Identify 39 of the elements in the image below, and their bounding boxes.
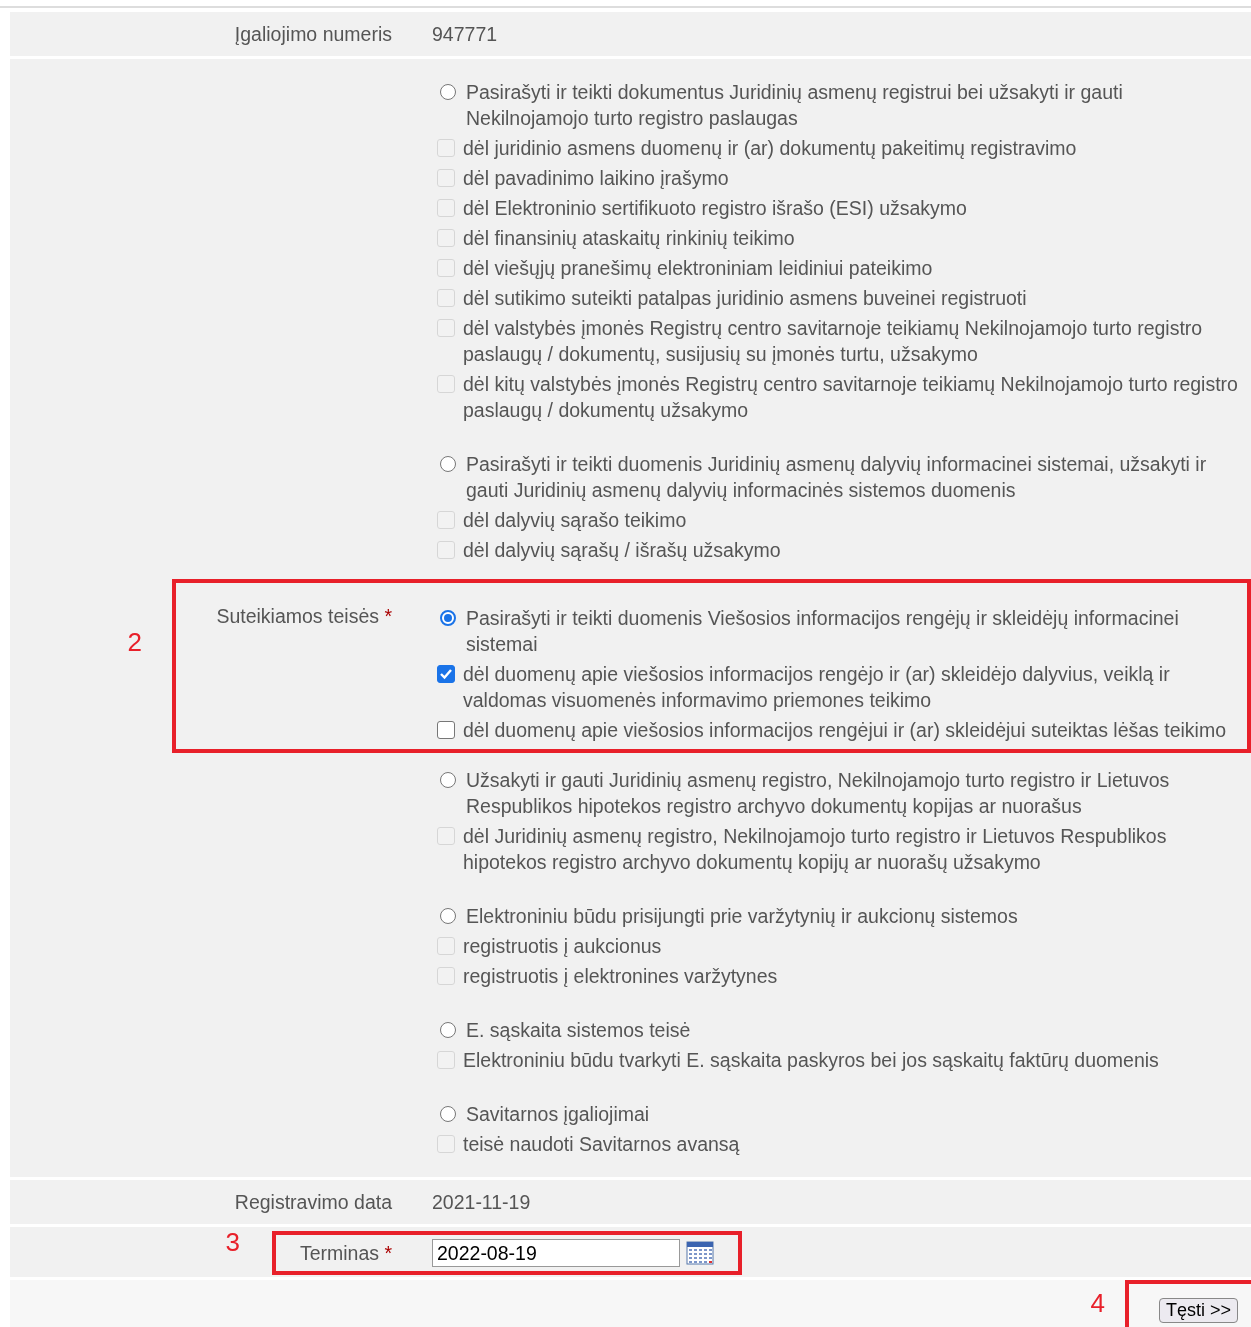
checkbox-label: dėl sutikimo suteikti patalpas juridinio asmens buveinei registruoti [463,286,1028,311]
radio-button[interactable] [440,84,456,100]
annotation-number: 2 [127,627,142,657]
radio-button[interactable] [440,1022,456,1038]
checkbox-label: dėl finansinių ataskaitų rinkinių teikimo [463,226,796,251]
date-field[interactable]: 2022-08-19 [432,1239,680,1267]
annotation-number: 3 [225,1227,240,1257]
radio-button[interactable] [440,610,456,626]
checkbox-label: registruotis į elektronines varžytynes [463,964,779,989]
radio-button[interactable] [440,1106,456,1122]
calendar-icon[interactable] [686,1241,714,1265]
checkbox-label: dėl Elektroninio sertifikuoto registro išrašo (ESI) užsakymo [463,196,968,221]
radio-button[interactable] [440,456,456,472]
field-label: Įgaliojimo numeris [233,22,393,46]
field-value: 947771 [432,22,498,46]
radio-label: Savitarnos įgaliojimai [466,1102,651,1127]
checkbox[interactable] [437,721,455,739]
radio-label: E. sąskaita sistemos teisė [466,1018,692,1043]
field-label: Terminas * [299,1241,392,1264]
checkbox-label: dėl dalyvių sąrašo teikimo [463,508,688,533]
radio-button[interactable] [440,908,456,924]
checkbox-label: dėl duomenų apie viešosios informacijos rengėjui ir (ar) skleidėjui suteiktas lėšas teikimo [463,718,1227,743]
checkbox-label: dėl Juridinių asmenų registro, Nekilnojamojo turto registro ir Lietuvos Respublikos hipotekos registro archyvo dokumentų kopijų ar nuorašų užsakymo [463,824,1168,875]
checkbox[interactable] [437,665,455,683]
annotation-number: 4 [1090,1288,1105,1318]
checkbox-label: dėl kitų valstybės įmonės Registrų centro savitarnoje teikiamų Nekilnojamojo turto registro paslaugų / dokumentų užsakymo [463,372,1239,423]
checkbox-label: dėl viešųjų pranešimų elektroniniam leidiniui pateikimo [463,256,934,281]
field-label: Suteikiamos teisės * [216,605,392,627]
radio-button[interactable] [440,772,456,788]
checkbox-label: teisė naudoti Savitarnos avansą [463,1132,741,1157]
checkbox-label: dėl pavadinimo laikino įrašymo [463,166,730,191]
continue-button[interactable]: Tęsti >> [1159,1298,1239,1323]
radio-label: Elektroniniu būdu prisijungti prie varžytynių ir aukcionų sistemos [466,904,1019,929]
checkbox-label: Elektroniniu būdu tvarkyti E. sąskaita paskyros bei jos sąskaitų faktūrų duomenis [463,1048,1160,1073]
checkbox-label: dėl dalyvių sąrašų / išrašų užsakymo [463,538,782,563]
field-label: Registravimo data [233,1190,393,1214]
field-value: 2021-11-19 [432,1190,531,1214]
checkbox-label: registruotis į aukcionus [463,934,663,959]
checkbox-label: dėl juridinio asmens duomenų ir (ar) dokumentų pakeitimų registravimo [463,136,1078,161]
